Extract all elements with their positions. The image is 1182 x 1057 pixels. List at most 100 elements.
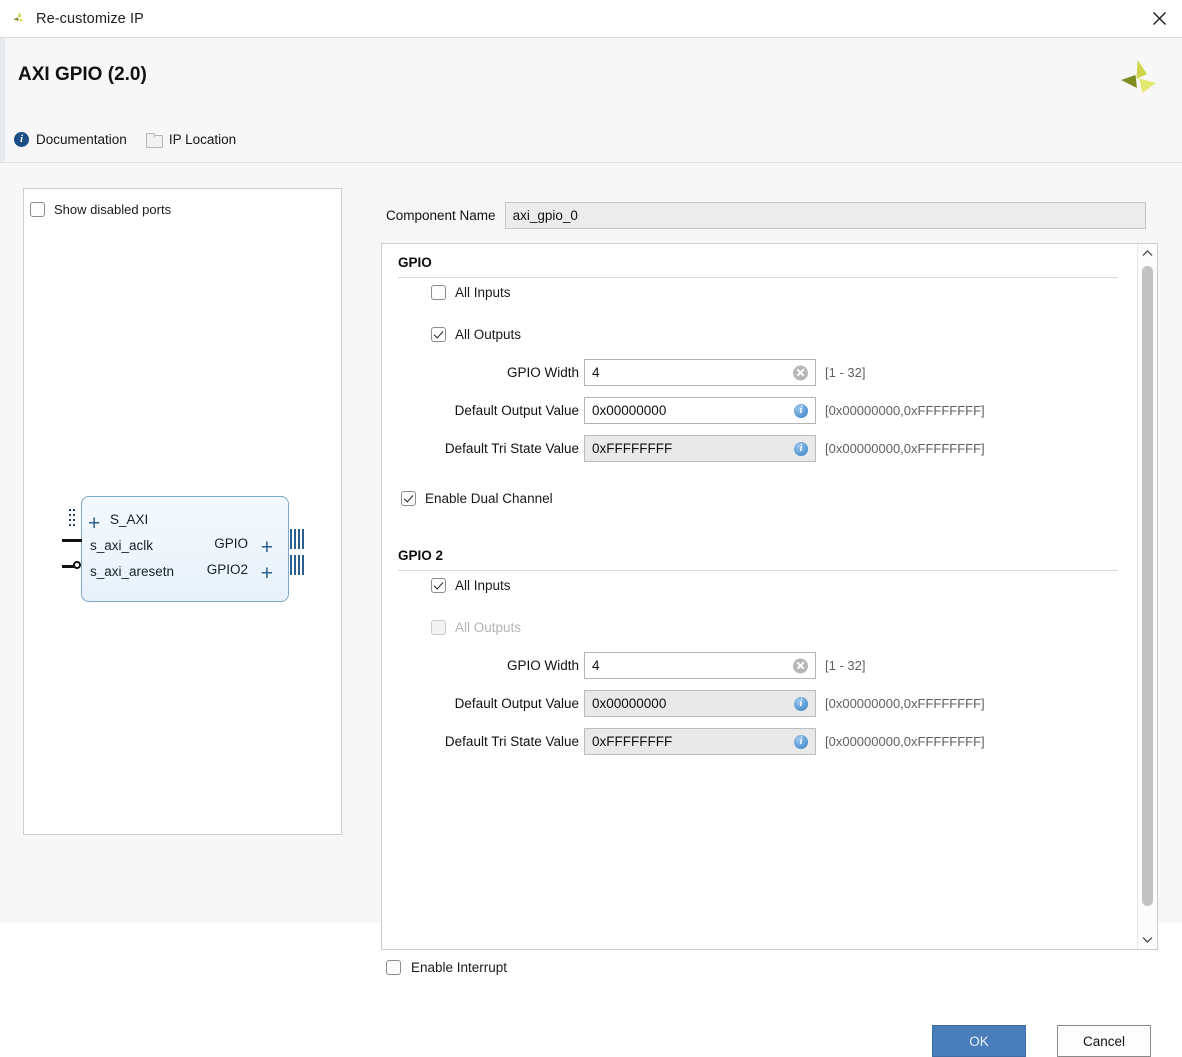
component-name-label: Component Name [386, 208, 496, 223]
amd-xilinx-logo [1118, 58, 1160, 102]
page-title: AXI GPIO (2.0) [18, 64, 147, 85]
gpio-width-label: GPIO Width [506, 365, 579, 380]
gpio2-all-outputs-label: All Outputs [455, 620, 522, 635]
checkbox-box [30, 202, 45, 217]
gpio-settings-panel: GPIO All Inputs All Outputs GPIO Width 4… [381, 243, 1158, 950]
axi-bus-dots-icon [69, 509, 75, 531]
gpio-all-outputs-label: All Outputs [455, 327, 522, 342]
checkbox-box [386, 960, 401, 975]
documentation-link[interactable]: i Documentation [14, 132, 127, 147]
gpio-width-input[interactable]: 4 [584, 359, 816, 386]
gpio2-width-input[interactable]: 4 [584, 652, 816, 679]
gpio-default-tristate-value: 0xFFFFFFFF [592, 441, 673, 456]
gpio-bus-icon [290, 529, 304, 549]
checkbox-box [431, 327, 446, 342]
info-icon[interactable]: i [794, 734, 808, 749]
gpio2-all-inputs-label: All Inputs [455, 578, 511, 593]
gpio2-default-output-range: [0x00000000,0xFFFFFFFF] [825, 696, 985, 711]
gpio-width-row: GPIO Width 4 [1 - 32] [422, 359, 865, 386]
component-name-input[interactable]: axi_gpio_0 [504, 202, 1146, 229]
gpio2-default-output-label: Default Output Value [454, 696, 579, 711]
close-icon[interactable] [1136, 0, 1182, 37]
reset-pin-bubble-icon [73, 561, 81, 569]
gpio2-default-tristate-value: 0xFFFFFFFF [592, 734, 673, 749]
gpio-group-title: GPIO [398, 255, 432, 270]
port-label-s-axi-aclk: s_axi_aclk [90, 538, 154, 553]
gpio-default-tristate-row: Default Tri State Value 0xFFFFFFFF i [0x… [422, 435, 985, 462]
chevron-down-icon[interactable] [1138, 931, 1157, 948]
checkbox-box [431, 285, 446, 300]
info-circle-icon: i [14, 132, 29, 147]
window-title: Re-customize IP [36, 10, 144, 27]
gpio2-default-tristate-row: Default Tri State Value 0xFFFFFFFF i [0x… [422, 728, 985, 755]
gpio-all-outputs-checkbox[interactable]: All Outputs [431, 327, 521, 342]
clear-icon[interactable] [793, 658, 808, 673]
dialog-body: Show disabled ports + S_AXI s_axi_aclk s… [0, 163, 1182, 1057]
window-titlebar: Re-customize IP [0, 0, 1182, 38]
gpio2-width-range: [1 - 32] [825, 658, 866, 673]
gpio-all-inputs-checkbox[interactable]: All Inputs [431, 285, 511, 300]
enable-dual-channel-label: Enable Dual Channel [425, 491, 553, 506]
ip-location-link[interactable]: IP Location [145, 132, 237, 148]
gpio-default-output-value: 0x00000000 [592, 403, 667, 418]
port-label-s-axi: S_AXI [110, 512, 149, 527]
gpio-default-output-range: [0x00000000,0xFFFFFFFF] [825, 403, 985, 418]
enable-interrupt-checkbox[interactable]: Enable Interrupt [386, 960, 507, 975]
dialog-header: AXI GPIO (2.0) i Documentation IP Locati… [0, 38, 1182, 163]
show-disabled-ports-checkbox[interactable]: Show disabled ports [30, 202, 171, 217]
enable-dual-channel-checkbox[interactable]: Enable Dual Channel [401, 491, 553, 506]
xilinx-logo-icon [10, 10, 28, 28]
gpio2-width-value: 4 [592, 658, 600, 673]
gpio2-all-inputs-checkbox[interactable]: All Inputs [431, 578, 511, 593]
gpio2-all-outputs-checkbox: All Outputs [431, 620, 521, 635]
gpio2-default-output-value: 0x00000000 [592, 696, 667, 711]
gpio-default-output-input[interactable]: 0x00000000 i [584, 397, 816, 424]
info-icon[interactable]: i [794, 441, 808, 456]
ip-location-label: IP Location [168, 132, 237, 147]
chevron-up-icon[interactable] [1138, 245, 1157, 262]
info-icon[interactable]: i [794, 696, 808, 711]
gpio2-default-tristate-range: [0x00000000,0xFFFFFFFF] [825, 734, 985, 749]
header-accent-bar [0, 38, 5, 163]
gpio-default-output-row: Default Output Value 0x00000000 i [0x000… [422, 397, 985, 424]
gpio2-default-tristate-label: Default Tri State Value [444, 734, 579, 749]
gpio2-group-title: GPIO 2 [398, 548, 444, 563]
clock-pin-icon [62, 539, 82, 542]
port-label-s-axi-aresetn: s_axi_aresetn [90, 564, 175, 579]
scrollbar-thumb[interactable] [1142, 266, 1153, 906]
ip-block-symbol: + S_AXI s_axi_aclk s_axi_aresetn GPIO GP… [81, 496, 289, 602]
gpio-default-output-label: Default Output Value [454, 403, 579, 418]
gpio-default-tristate-input: 0xFFFFFFFF i [584, 435, 816, 462]
header-links: i Documentation IP Location [14, 132, 237, 148]
port-label-gpio: GPIO [214, 536, 248, 551]
info-icon[interactable]: i [794, 403, 808, 418]
gpio-width-range: [1 - 32] [825, 365, 866, 380]
clear-icon[interactable] [793, 365, 808, 380]
gpio2-width-label: GPIO Width [506, 658, 579, 673]
gpio-default-tristate-label: Default Tri State Value [444, 441, 579, 456]
plus-icon-gpio[interactable]: + [261, 537, 273, 558]
checkbox-box [431, 578, 446, 593]
checkbox-box [401, 491, 416, 506]
port-label-gpio2: GPIO2 [206, 562, 248, 577]
show-disabled-ports-label: Show disabled ports [54, 202, 172, 217]
gpio-settings-scroll-content: GPIO All Inputs All Outputs GPIO Width 4… [382, 244, 1136, 949]
gpio2-default-output-row: Default Output Value 0x00000000 i [0x000… [422, 690, 985, 717]
gpio2-default-output-input: 0x00000000 i [584, 690, 816, 717]
gpio2-default-tristate-input: 0xFFFFFFFF i [584, 728, 816, 755]
plus-icon[interactable]: + [88, 513, 100, 534]
documentation-label: Documentation [36, 132, 127, 147]
gpio2-group-rule [398, 570, 1118, 571]
gpio-group-rule [398, 277, 1118, 278]
gpio-all-inputs-label: All Inputs [455, 285, 511, 300]
cancel-button[interactable]: Cancel [1057, 1025, 1151, 1057]
gpio2-bus-icon [290, 555, 304, 575]
gpio2-width-row: GPIO Width 4 [1 - 32] [422, 652, 865, 679]
folder-icon [145, 133, 163, 148]
component-name-row: Component Name axi_gpio_0 [386, 202, 1146, 229]
gpio-width-value: 4 [592, 365, 600, 380]
enable-interrupt-label: Enable Interrupt [411, 960, 508, 975]
gpio-panel-scrollbar[interactable] [1137, 244, 1157, 949]
plus-icon-gpio2[interactable]: + [261, 563, 273, 584]
ok-button[interactable]: OK [932, 1025, 1026, 1057]
